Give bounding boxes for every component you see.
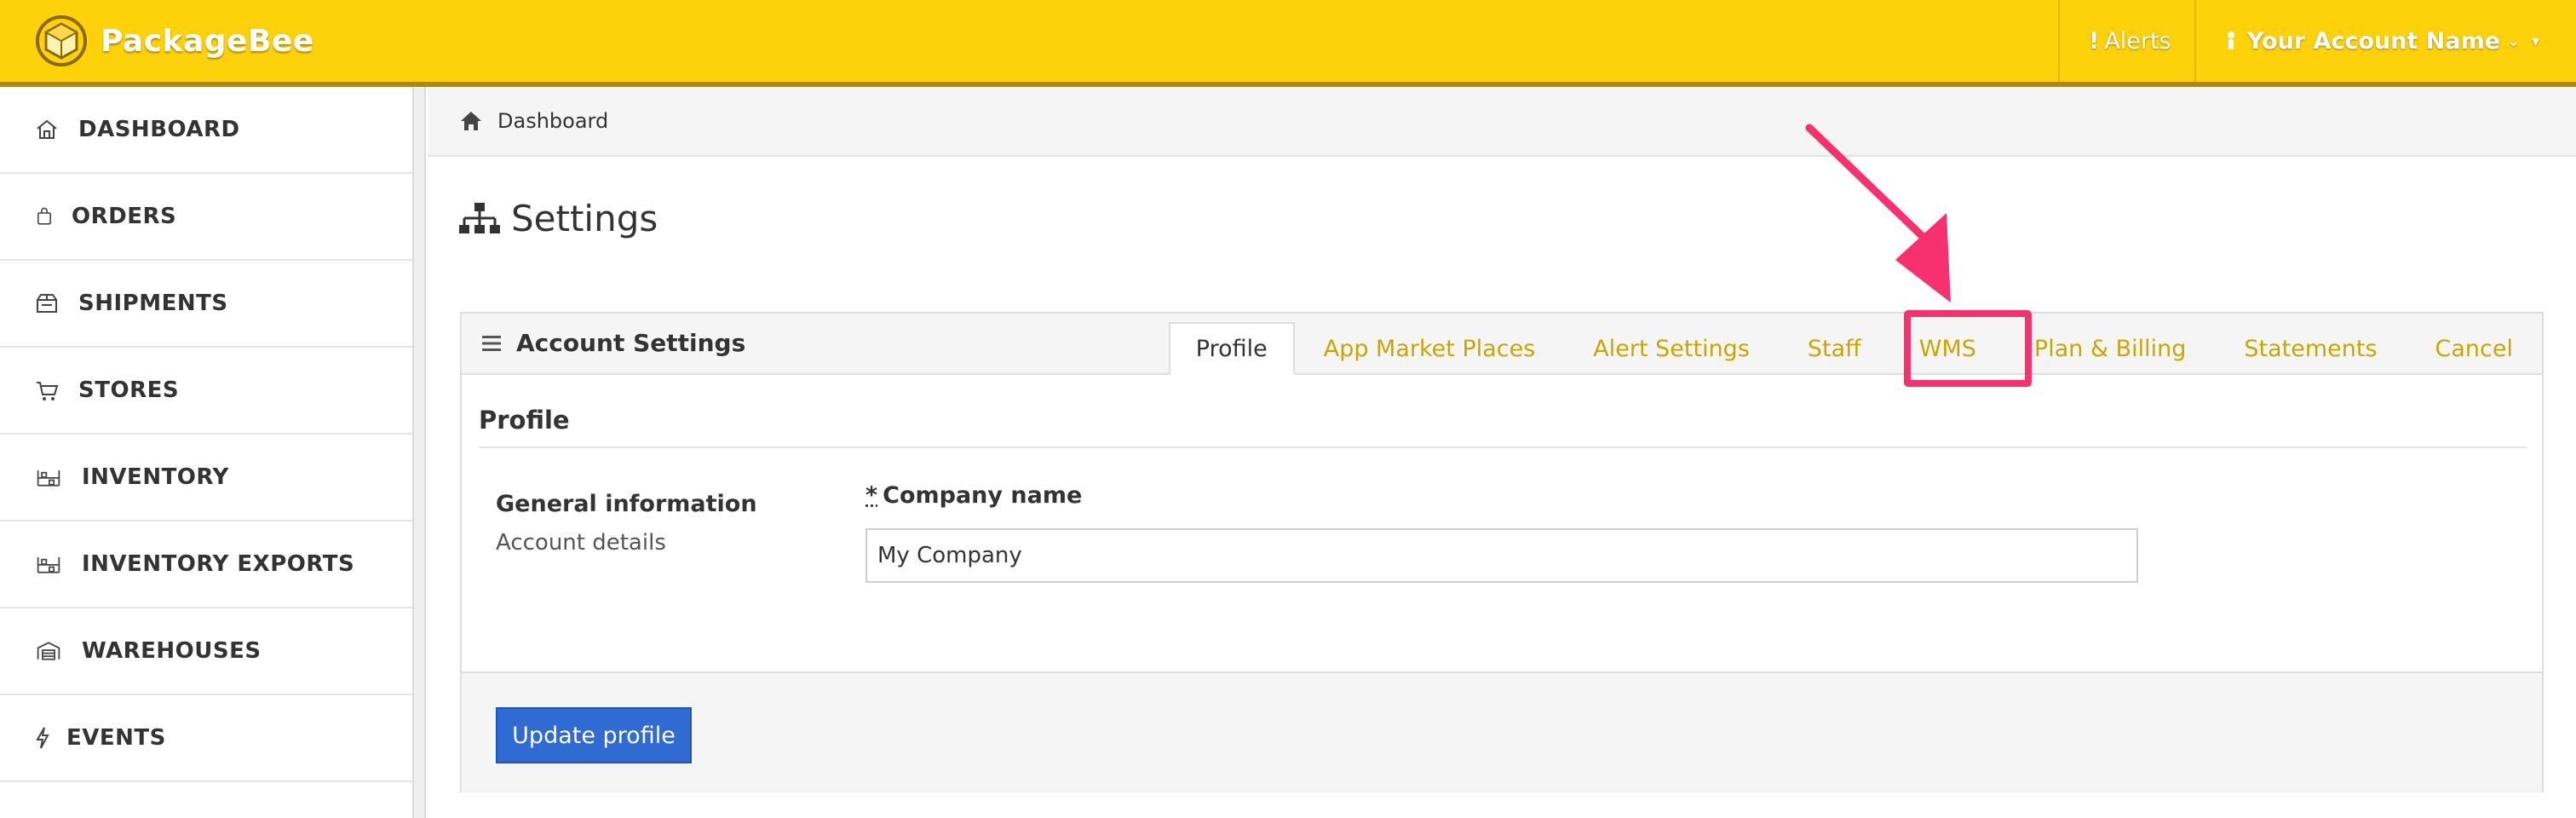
- general-information-label: General information: [496, 491, 757, 517]
- company-name-label: * Company name: [865, 482, 1082, 509]
- panel-header: Account Settings Profile App Market Plac…: [462, 314, 2542, 375]
- chevron-down-icon: ⌄: [2507, 32, 2521, 50]
- panel-title: Account Settings: [480, 329, 745, 357]
- panel-title-text: Account Settings: [516, 329, 746, 357]
- tab-profile[interactable]: Profile: [1168, 322, 1295, 375]
- divider: [479, 446, 2527, 448]
- sidebar-item-label: WAREHOUSES: [82, 638, 262, 664]
- top-navbar: PackageBee ! Alerts Your Account Name ⌄ …: [0, 0, 2576, 87]
- tab-plan-billing[interactable]: Plan & Billing: [2005, 322, 2215, 375]
- sidebar-item-label: INVENTORY: [82, 464, 229, 490]
- company-name-label-text: Company name: [883, 482, 1083, 509]
- warehouse-shelf-icon: [34, 464, 63, 490]
- page-title: Settings: [458, 198, 658, 239]
- warehouse-shelf-icon: [34, 551, 63, 577]
- bolt-icon: [34, 725, 51, 751]
- top-nav: ! Alerts Your Account Name ⌄ ▾: [2058, 0, 2576, 82]
- panel-footer: Update profile: [462, 671, 2542, 792]
- breadcrumb: Dashboard: [428, 87, 2576, 157]
- packagebee-logo: [36, 15, 87, 66]
- home-icon: [461, 112, 481, 130]
- alerts-link[interactable]: ! Alerts: [2058, 0, 2194, 82]
- sidebar-item-shipments[interactable]: SHIPMENTS: [0, 261, 412, 348]
- cart-icon: [34, 377, 60, 403]
- main-content: Dashboard Settings Account Settings Prof…: [428, 87, 2576, 818]
- exclamation-icon: !: [2089, 27, 2100, 55]
- menu-icon: [482, 335, 501, 351]
- sidebar-item-stores[interactable]: STORES: [0, 348, 412, 435]
- section-title: Profile: [479, 406, 570, 435]
- sidebar-item-label: EVENTS: [66, 725, 166, 751]
- brand-name: PackageBee: [101, 23, 314, 59]
- sidebar-item-inventory-exports[interactable]: INVENTORY EXPORTS: [0, 521, 412, 608]
- required-marker: *: [865, 482, 878, 509]
- sidebar-item-dashboard[interactable]: DASHBOARD: [0, 87, 412, 174]
- alerts-label: Alerts: [2104, 27, 2171, 55]
- sidebar-item-label: INVENTORY EXPORTS: [82, 551, 355, 577]
- account-settings-panel: Account Settings Profile App Market Plac…: [460, 312, 2544, 792]
- company-name-input[interactable]: [865, 528, 2138, 583]
- tab-app-market-places[interactable]: App Market Places: [1295, 322, 1565, 375]
- settings-tabs: Profile App Market Places Alert Settings…: [1168, 320, 2542, 375]
- sidebar-item-events[interactable]: EVENTS: [0, 695, 412, 782]
- tab-alert-settings[interactable]: Alert Settings: [1564, 322, 1779, 375]
- breadcrumb-dashboard-link[interactable]: Dashboard: [497, 109, 608, 133]
- tab-cancel[interactable]: Cancel: [2406, 322, 2542, 375]
- page-title-text: Settings: [511, 198, 658, 239]
- sidebar-item-warehouses[interactable]: WAREHOUSES: [0, 608, 412, 695]
- caret-down-icon: ▾: [2532, 32, 2540, 50]
- account-details-label: Account details: [496, 530, 666, 556]
- user-icon: [2228, 32, 2234, 49]
- sitemap-icon: [459, 202, 500, 233]
- sidebar-item-label: STORES: [78, 377, 180, 403]
- tab-wms[interactable]: WMS: [1890, 322, 2005, 375]
- warehouse-icon: [34, 638, 63, 664]
- sidebar-item-label: DASHBOARD: [78, 117, 240, 142]
- sidebar-item-label: SHIPMENTS: [78, 291, 228, 316]
- sidebar-scrollbar[interactable]: [414, 87, 426, 818]
- brand[interactable]: PackageBee: [34, 15, 314, 66]
- sidebar-item-orders[interactable]: ORDERS: [0, 174, 412, 261]
- shopping-bag-icon: [34, 204, 55, 229]
- sidebar-item-inventory[interactable]: INVENTORY: [0, 435, 412, 521]
- sidebar: DASHBOARD ORDERS SHIPMENTS STORES INVENT…: [0, 87, 414, 818]
- home-icon: [34, 117, 60, 142]
- account-menu[interactable]: Your Account Name ⌄ ▾: [2194, 0, 2576, 82]
- box-icon: [34, 291, 60, 316]
- update-profile-button[interactable]: Update profile: [496, 707, 692, 763]
- tab-staff[interactable]: Staff: [1779, 322, 1890, 375]
- sidebar-item-label: ORDERS: [72, 204, 177, 229]
- tab-statements[interactable]: Statements: [2215, 322, 2406, 375]
- account-name: Your Account Name: [2247, 27, 2501, 55]
